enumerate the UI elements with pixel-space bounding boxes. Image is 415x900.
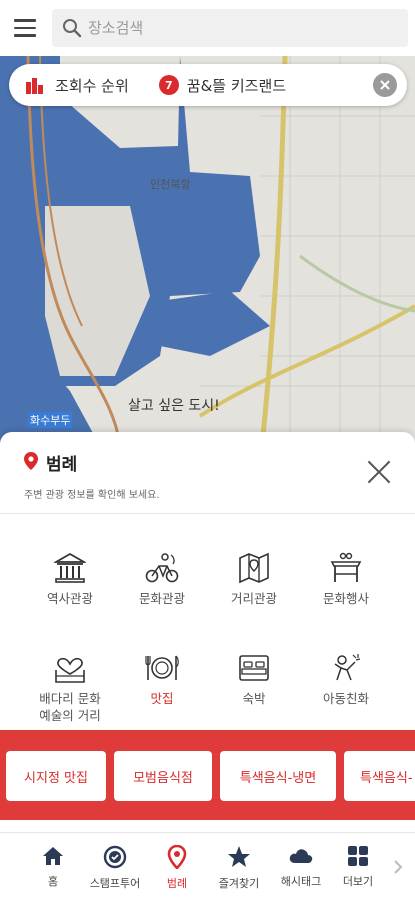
nav-stamp-tour[interactable]: 스탬프투어 bbox=[84, 845, 146, 891]
nav-label: 더보기 bbox=[342, 875, 374, 888]
stage-icon bbox=[330, 552, 362, 582]
nav-label: 홈 bbox=[47, 875, 59, 888]
nav-home[interactable]: 홈 bbox=[22, 845, 84, 889]
ranking-bar[interactable]: 조회수 순위 7 꿈&뜰 키즈랜드 bbox=[9, 64, 407, 106]
place-title: 범례 bbox=[46, 455, 78, 475]
sheet-close-button[interactable] bbox=[367, 460, 391, 484]
category-event[interactable]: 문화행사 bbox=[296, 552, 396, 607]
location-pin-icon bbox=[167, 845, 187, 869]
food-chip[interactable]: 특색음식- bbox=[344, 751, 415, 801]
nav-label: 스탬프투어 bbox=[89, 877, 141, 890]
food-category-band: 시지정 맛집 모범음식점 특색음식-냉면 특색음식- bbox=[0, 730, 415, 820]
category-restaurant[interactable]: 맛집 bbox=[112, 652, 212, 707]
hamburger-menu-icon[interactable] bbox=[0, 0, 50, 56]
category-label: 문화행사 bbox=[322, 591, 369, 606]
top-bar bbox=[0, 0, 415, 56]
category-culture[interactable]: 문화관광 bbox=[112, 552, 212, 607]
cyclist-icon bbox=[145, 553, 179, 583]
place-subtitle: 주변 관광 정보를 확인해 보세요. bbox=[24, 490, 160, 501]
food-chip[interactable]: 시지정 맛집 bbox=[6, 751, 106, 801]
location-pin-icon bbox=[24, 452, 38, 470]
map-label-port: 화수부두 bbox=[28, 412, 73, 428]
sheet-header: 범례 주변 관광 정보를 확인해 보세요. bbox=[0, 432, 415, 514]
child-icon bbox=[334, 654, 361, 681]
ranking-close-button[interactable] bbox=[373, 73, 397, 97]
chevron-right-icon[interactable] bbox=[393, 859, 403, 875]
ranking-label: 조회수 순위 bbox=[55, 76, 129, 95]
stamp-badge-icon bbox=[103, 845, 127, 869]
map-label-museum: 인천북항 bbox=[150, 178, 191, 191]
map-slogan: 살고 싶은 도시! bbox=[128, 398, 220, 414]
category-history[interactable]: 역사관광 bbox=[20, 552, 120, 607]
category-baedari[interactable]: 배다리 문화 예술의 거리 bbox=[20, 652, 120, 724]
building-chart-icon bbox=[26, 78, 43, 94]
category-street[interactable]: 거리관광 bbox=[204, 552, 304, 607]
cloud-icon bbox=[289, 849, 313, 863]
star-icon bbox=[228, 846, 250, 867]
search-box[interactable] bbox=[52, 9, 408, 47]
nav-legend[interactable]: 범례 bbox=[146, 845, 208, 891]
nav-hashtag[interactable]: 해시태그 bbox=[270, 845, 332, 889]
food-chip[interactable]: 특색음식-냉면 bbox=[220, 751, 336, 801]
map-view[interactable] bbox=[0, 56, 415, 446]
home-icon bbox=[43, 847, 63, 865]
nav-label: 범례 bbox=[166, 877, 188, 890]
nav-label: 즐겨찾기 bbox=[218, 877, 260, 890]
category-label: 배다리 문화 예술의 거리 bbox=[39, 691, 101, 723]
bed-icon bbox=[239, 655, 269, 681]
nav-label: 해시태그 bbox=[280, 875, 322, 888]
food-chip[interactable]: 모범음식점 bbox=[114, 751, 212, 801]
close-icon bbox=[380, 80, 390, 90]
ranking-place-title[interactable]: 꿈&뜰 키즈랜드 bbox=[187, 75, 286, 96]
heart-box-icon bbox=[55, 657, 85, 683]
grid-icon bbox=[348, 846, 368, 866]
nav-more[interactable]: 더보기 bbox=[332, 845, 384, 889]
museum-icon bbox=[54, 552, 86, 583]
category-label: 문화관광 bbox=[138, 591, 185, 606]
rank-number-badge: 7 bbox=[158, 75, 179, 95]
category-label: 숙박 bbox=[242, 691, 266, 706]
category-label: 거리관광 bbox=[230, 591, 277, 606]
bottom-nav: 홈 스탬프투어 범례 즐겨찾기 해시태그 더보기 bbox=[0, 832, 415, 900]
category-child-friendly[interactable]: 아동친화 bbox=[296, 652, 396, 707]
search-icon bbox=[63, 19, 82, 38]
category-label: 맛집 bbox=[150, 691, 174, 706]
category-label: 아동친화 bbox=[322, 691, 369, 706]
search-input[interactable] bbox=[88, 19, 368, 37]
map-pin-icon bbox=[239, 552, 269, 584]
category-lodging[interactable]: 숙박 bbox=[204, 652, 304, 707]
dining-icon bbox=[145, 655, 179, 680]
nav-favorites[interactable]: 즐겨찾기 bbox=[208, 845, 270, 891]
category-label: 역사관광 bbox=[46, 591, 93, 606]
